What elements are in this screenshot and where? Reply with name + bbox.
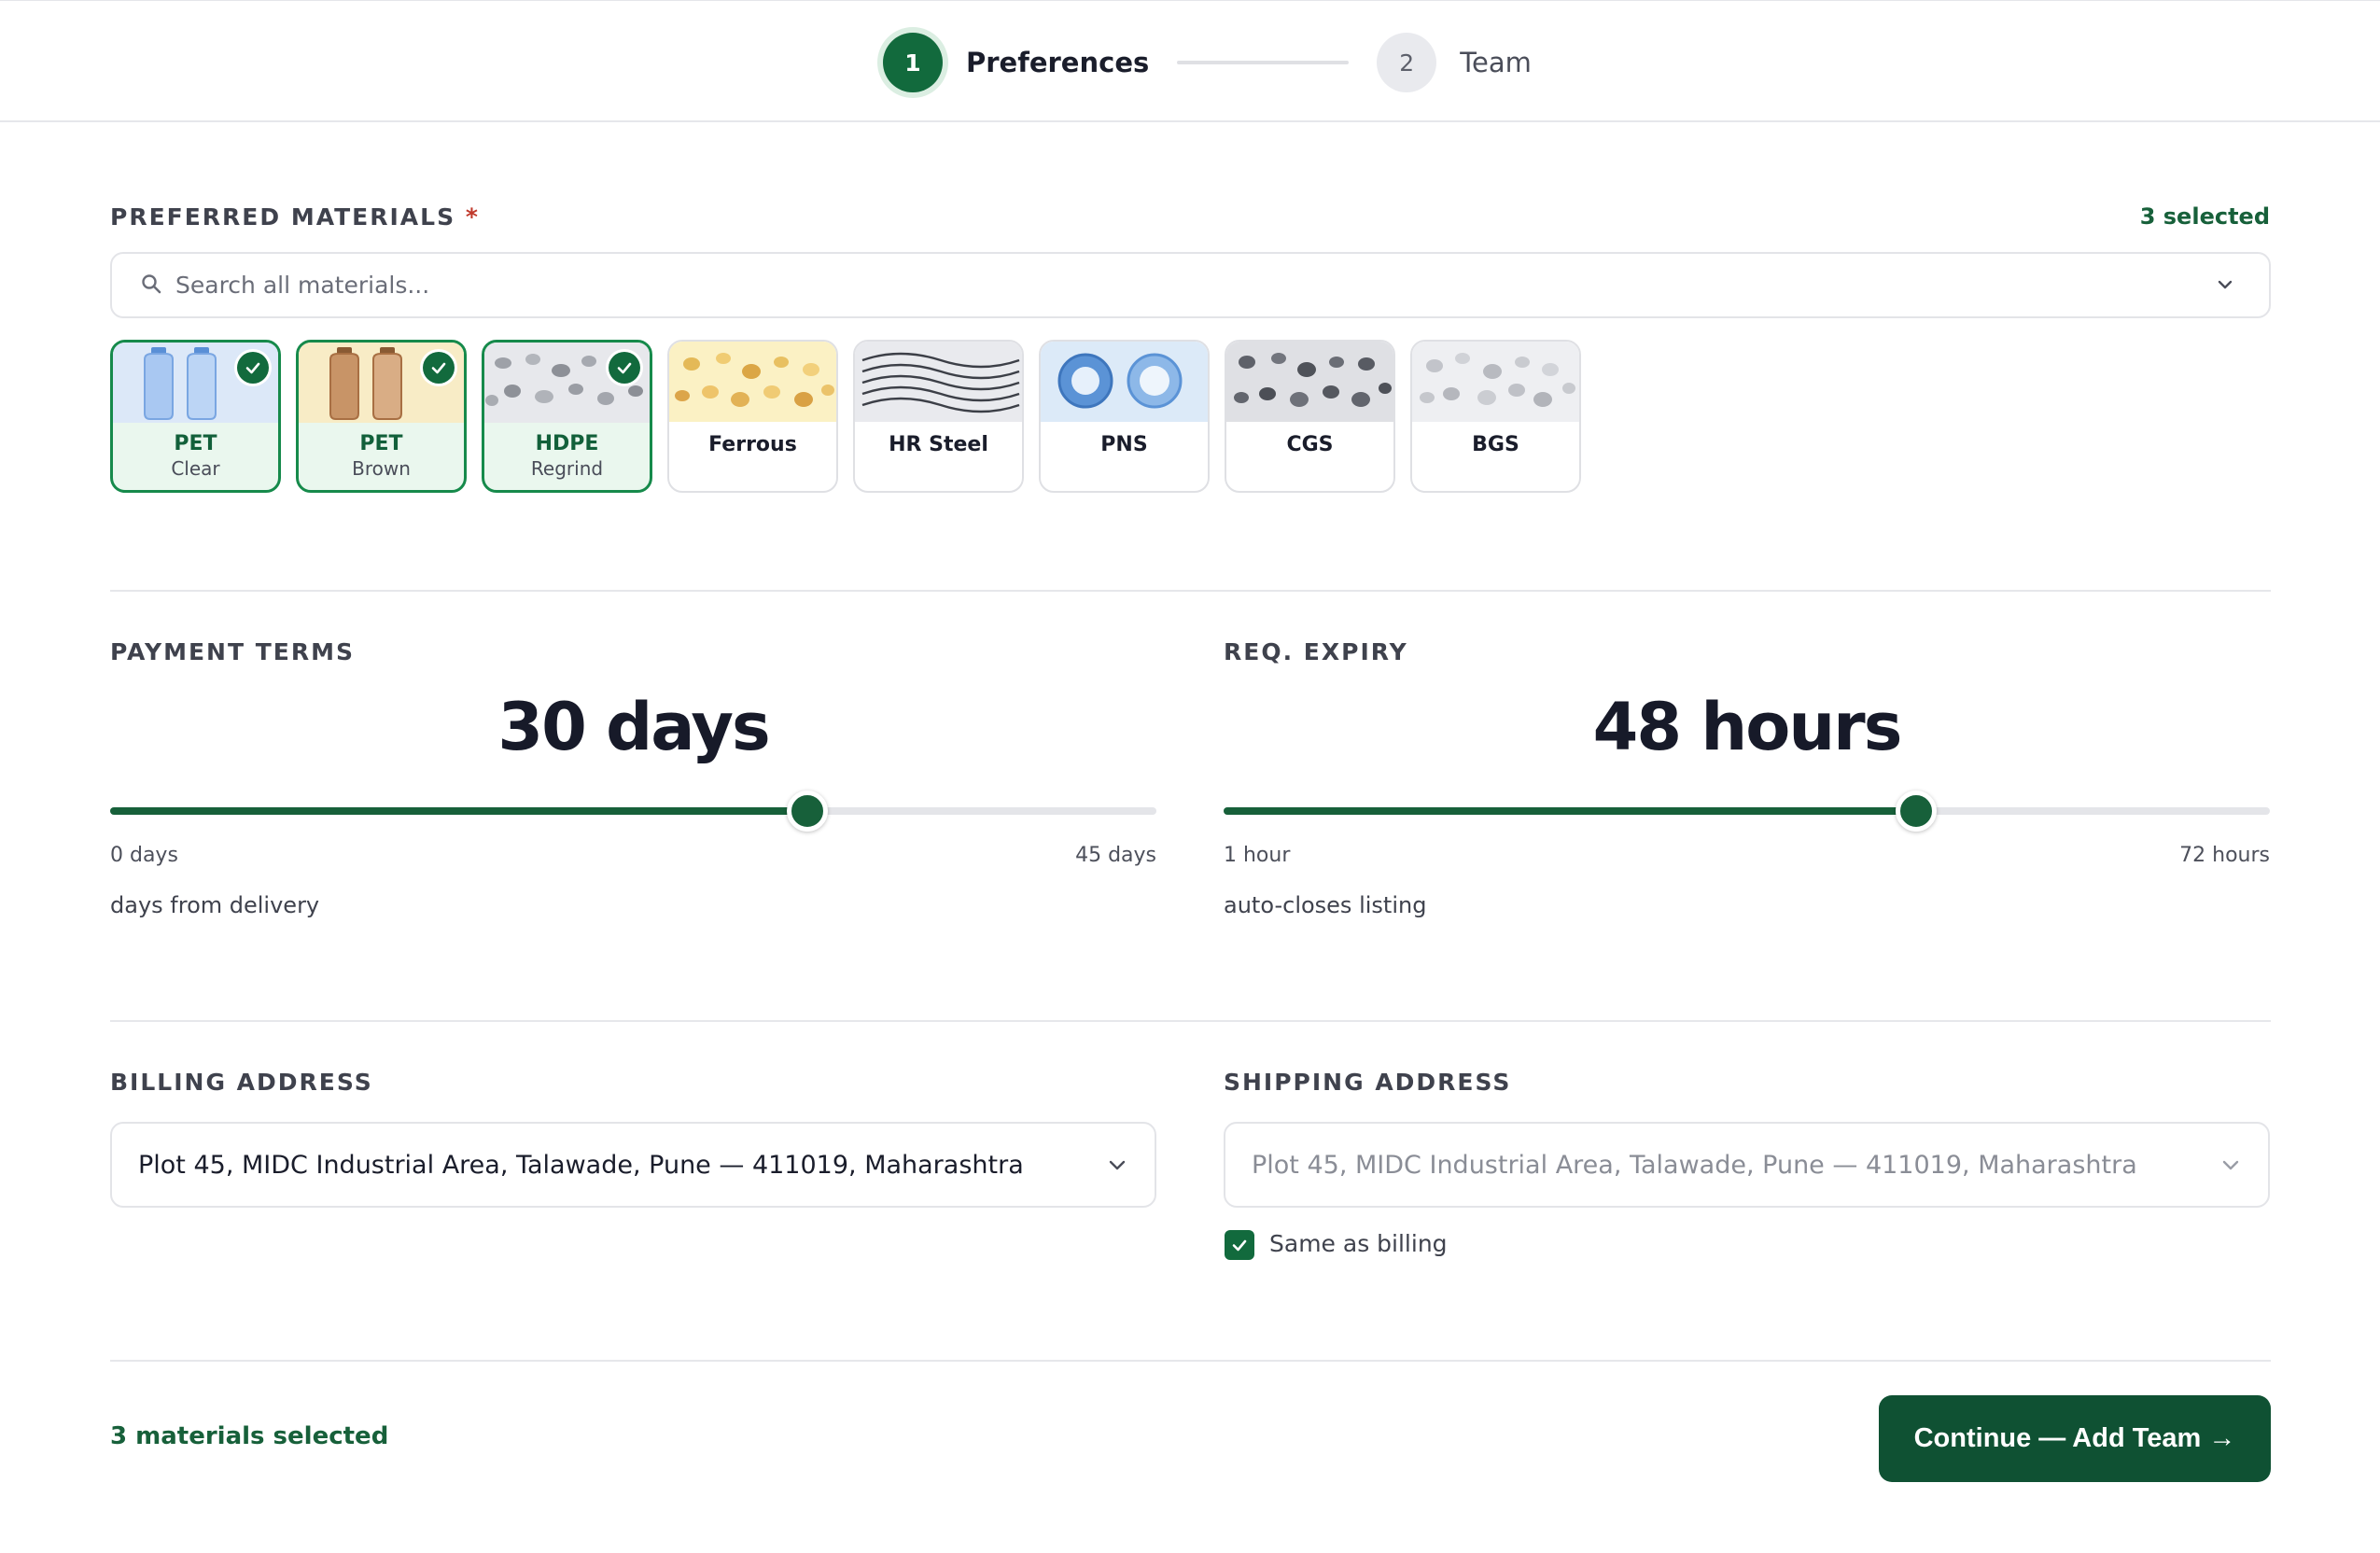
material-tile-pet-clear[interactable]: PET Clear <box>110 340 281 493</box>
req-expiry-hint: auto-closes listing <box>1224 892 1427 918</box>
dark-grey-pellets-icon <box>1226 342 1393 422</box>
light-grey-pellets-icon <box>1412 342 1579 422</box>
chevron-down-icon <box>1106 1154 1128 1182</box>
slider-min-label: 1 hour <box>1224 844 1291 867</box>
check-icon <box>423 352 455 384</box>
shipping-address-select[interactable]: Plot 45, MIDC Industrial Area, Talawade,… <box>1224 1122 2270 1208</box>
material-name: PET <box>359 432 403 455</box>
same-as-billing-checkbox[interactable] <box>1225 1230 1254 1260</box>
slider-max-label: 45 days <box>1075 844 1156 867</box>
chevron-down-icon <box>2219 1154 2242 1182</box>
top-bar: 1 Preferences 2 Team <box>0 0 2380 122</box>
req-expiry-slider[interactable] <box>1224 790 2270 832</box>
step-2-label[interactable]: Team <box>1460 47 1532 78</box>
slider-fill <box>1224 807 1916 815</box>
yellow-pellets-icon <box>669 342 836 422</box>
material-name: HDPE <box>535 432 599 455</box>
material-name: PNS <box>1100 433 1148 456</box>
selected-count-badge: 3 selected <box>2139 203 2270 230</box>
section-divider <box>110 1360 2271 1362</box>
slider-fill <box>110 807 807 815</box>
materials-section-title: PREFERRED MATERIALS * <box>110 203 480 231</box>
material-sub: Clear <box>171 457 220 480</box>
material-sub: Regrind <box>530 457 604 480</box>
material-tile-hr-steel[interactable]: HR Steel <box>853 340 1024 493</box>
material-tile-pns[interactable]: PNS <box>1039 340 1210 493</box>
check-icon <box>609 352 640 384</box>
material-name: CGS <box>1286 433 1334 456</box>
slider-max-label: 72 hours <box>2179 844 2270 867</box>
payment-terms-hint: days from delivery <box>110 892 320 918</box>
material-tile-pet-brown[interactable]: PET Brown <box>296 340 467 493</box>
materials-search-input[interactable]: Search all materials... <box>110 252 2271 318</box>
shipping-address-value: Plot 45, MIDC Industrial Area, Talawade,… <box>1252 1150 2137 1180</box>
material-sub: Brown <box>352 457 411 480</box>
payment-terms-slider[interactable] <box>110 790 1156 832</box>
steel-waves-icon <box>855 342 1022 422</box>
material-name: PET <box>174 432 217 455</box>
slider-thumb[interactable] <box>1896 790 1937 832</box>
check-icon <box>237 352 269 384</box>
step-1-label[interactable]: Preferences <box>966 47 1149 78</box>
search-placeholder: Search all materials... <box>175 272 430 299</box>
req-expiry-value: 48 hours <box>1592 689 1903 765</box>
billing-address-select[interactable]: Plot 45, MIDC Industrial Area, Talawade,… <box>110 1122 1156 1208</box>
material-name: HR Steel <box>889 433 988 456</box>
step-2-badge[interactable]: 2 <box>1377 33 1437 92</box>
section-divider <box>110 590 2271 592</box>
continue-add-team-button[interactable]: Continue — Add Team → <box>1879 1395 2271 1482</box>
material-tile-bgs[interactable]: BGS <box>1410 340 1581 493</box>
material-tile-ferrous[interactable]: Ferrous <box>667 340 838 493</box>
material-tile-cgs[interactable]: CGS <box>1225 340 1395 493</box>
footer-selected-count: 3 materials selected <box>110 1422 389 1450</box>
step-connector <box>1177 61 1350 64</box>
billing-address-title: BILLING ADDRESS <box>110 1069 373 1096</box>
same-as-billing-label[interactable]: Same as billing <box>1269 1230 1448 1257</box>
stepper: 1 Preferences 2 Team <box>883 31 1532 94</box>
chevron-down-icon[interactable] <box>2215 274 2235 299</box>
material-tiles: PET Clear PET Brown HDPE Regrind Ferrous… <box>110 340 1581 493</box>
material-name: Ferrous <box>708 433 797 456</box>
req-expiry-title: REQ. EXPIRY <box>1224 638 1408 665</box>
shipping-address-title: SHIPPING ADDRESS <box>1224 1069 1512 1096</box>
slider-min-label: 0 days <box>110 844 178 867</box>
material-name: BGS <box>1472 433 1519 456</box>
search-icon <box>140 273 162 299</box>
section-divider <box>110 1020 2271 1022</box>
materials-title: PREFERRED MATERIALS <box>110 203 456 231</box>
payment-terms-value: 30 days <box>497 689 770 765</box>
payment-terms-title: PAYMENT TERMS <box>110 638 355 665</box>
required-mark: * <box>465 203 480 231</box>
slider-thumb[interactable] <box>787 790 828 832</box>
material-tile-hdpe-regrind[interactable]: HDPE Regrind <box>482 340 652 493</box>
billing-address-value: Plot 45, MIDC Industrial Area, Talawade,… <box>138 1150 1024 1180</box>
step-1-badge[interactable]: 1 <box>883 33 943 92</box>
blue-rings-icon <box>1041 342 1208 422</box>
